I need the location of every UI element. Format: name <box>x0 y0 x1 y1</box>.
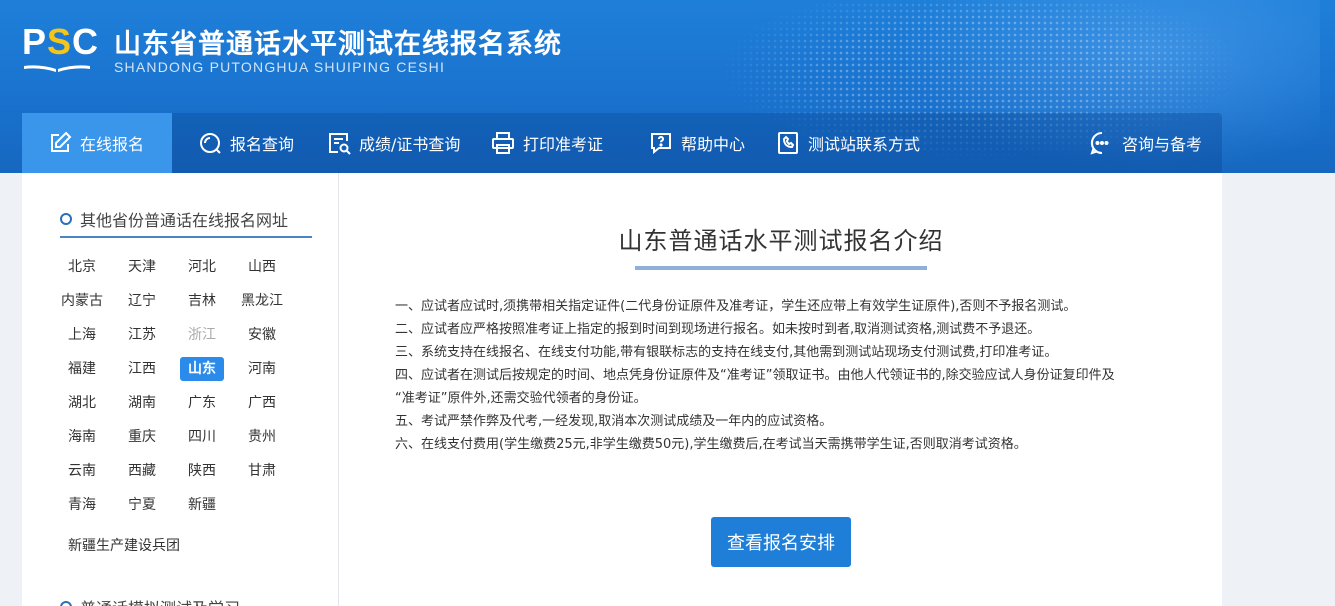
circle-bullet-icon <box>60 213 72 225</box>
rule-item: 二、应试者应严格按照准考证上指定的报到时间到现场进行报名。如未按时到者,取消测试… <box>395 322 1041 337</box>
rules-list: 一、应试者应试时,须携带相关指定证件(二代身份证原件及准考证，学生还应带上有效学… <box>395 295 1195 456</box>
province-link[interactable]: 海南 <box>60 425 104 449</box>
province-link[interactable]: 广西 <box>240 391 284 415</box>
province-link[interactable]: 陕西 <box>180 459 224 483</box>
province-link[interactable]: 青海 <box>60 493 104 517</box>
sidebar-heading-2-text: 普通话模拟测试及学习 <box>80 595 240 606</box>
province-link[interactable]: 安徽 <box>240 323 284 347</box>
certificate-search-icon <box>329 133 351 155</box>
nav-label: 在线报名 <box>80 135 145 154</box>
nav-label: 报名查询 <box>230 135 295 154</box>
sidebar-divider <box>60 236 312 238</box>
psc-logo[interactable]: PSC <box>22 21 100 74</box>
province-link[interactable]: 湖北 <box>60 391 104 415</box>
rule-item: 四、应试者在测试后按规定的时间、地点凭身份证原件及“准考证”领取证书。由他人代领… <box>395 368 1115 383</box>
province-link[interactable]: 河北 <box>180 255 224 279</box>
province-link[interactable]: 江西 <box>120 357 164 381</box>
province-link[interactable]: 宁夏 <box>120 493 164 517</box>
province-link[interactable]: 黑龙江 <box>240 289 284 313</box>
nav-label: 测试站联系方式 <box>808 135 921 154</box>
nav-consult[interactable]: 咨询与备考 <box>1090 113 1202 173</box>
search-icon <box>200 133 221 154</box>
nav-label: 咨询与备考 <box>1122 135 1203 154</box>
rule-item: 一、应试者应试时,须携带相关指定证件(二代身份证原件及准考证，学生还应带上有效学… <box>395 299 1077 314</box>
site-subtitle: SHANDONG PUTONGHUA SHUIPING CESHI <box>114 59 446 75</box>
edit-icon <box>51 131 72 152</box>
site-title: 山东省普通话水平测试在线报名系统 <box>114 29 562 60</box>
province-link[interactable]: 新疆 <box>180 493 224 517</box>
printer-icon <box>492 132 514 154</box>
province-link[interactable]: 山东 <box>180 357 224 381</box>
chat-icon <box>1090 131 1109 155</box>
province-link-xjbt[interactable]: 新疆生产建设兵团 <box>68 535 180 555</box>
site-header: PSC 山东省普通话水平测试在线报名系统 SHANDONG PUTONGHUA … <box>0 0 1335 173</box>
nav-label: 成绩/证书查询 <box>359 135 461 154</box>
nav-score-query[interactable]: 成绩/证书查询 <box>327 113 460 173</box>
page-title: 山东普通话水平测试报名介绍 <box>618 227 944 255</box>
province-link[interactable]: 辽宁 <box>120 289 164 313</box>
province-link[interactable]: 四川 <box>180 425 224 449</box>
rule-item: 五、考试严禁作弊及代考,一经发现,取消本次测试成绩及一年内的应试资格。 <box>395 414 833 429</box>
sidebar-heading: 其他省份普通话在线报名网址 <box>60 207 288 231</box>
province-link[interactable]: 上海 <box>60 323 104 347</box>
nav-label: 打印准考证 <box>523 135 604 154</box>
title-underline <box>635 266 927 270</box>
logo-text: PSC <box>22 21 100 62</box>
province-link[interactable]: 北京 <box>60 255 104 279</box>
province-link[interactable]: 云南 <box>60 459 104 483</box>
rule-item: 三、系统支持在线报名、在线支付功能,带有银联标志的支持在线支付,其他需到测试站现… <box>395 345 1058 360</box>
province-link[interactable]: 江苏 <box>120 323 164 347</box>
province-link[interactable]: 福建 <box>60 357 104 381</box>
help-icon <box>651 133 671 155</box>
book-icon <box>24 65 90 72</box>
province-link[interactable]: 湖南 <box>120 391 164 415</box>
content-area: 山东普通话水平测试报名介绍 一、应试者应试时,须携带相关指定证件(二代身份证原件… <box>340 173 1222 606</box>
province-link[interactable]: 浙江 <box>180 323 224 347</box>
province-link[interactable]: 甘肃 <box>240 459 284 483</box>
province-link[interactable]: 重庆 <box>120 425 164 449</box>
nav-print-admission[interactable]: 打印准考证 <box>491 113 603 173</box>
province-link[interactable]: 河南 <box>240 357 284 381</box>
province-link[interactable]: 西藏 <box>120 459 164 483</box>
sidebar-heading-2: 普通话模拟测试及学习 <box>60 595 240 606</box>
sidebar: 其他省份普通话在线报名网址 北京 天津 河北 山西内蒙古 辽宁 吉林 黑龙江上海 江苏 浙江 安徽… <box>22 173 339 606</box>
nav-signup-query[interactable]: 报名查询 <box>198 113 294 173</box>
circle-bullet-icon <box>60 601 72 606</box>
nav-contact[interactable]: 测试站联系方式 <box>776 113 920 173</box>
sidebar-heading-text: 其他省份普通话在线报名网址 <box>80 211 289 230</box>
province-link[interactable]: 吉林 <box>180 289 224 313</box>
view-schedule-button[interactable]: 查看报名安排 <box>711 517 851 567</box>
rule-item: 六、在线支付费用(学生缴费25元,非学生缴费50元),学生缴费后,在考试当天需携… <box>395 437 1027 452</box>
province-link[interactable]: 山西 <box>240 255 284 279</box>
province-link[interactable]: 天津 <box>120 255 164 279</box>
nav-help-center[interactable]: 帮助中心 <box>649 113 745 173</box>
main-nav: 在线报名 报名查询 成绩/证书查询 打印准考证 帮助中心 测试站联系方式 咨询与… <box>22 113 1222 173</box>
contact-icon <box>778 132 798 154</box>
main-panel: 其他省份普通话在线报名网址 北京 天津 河北 山西内蒙古 辽宁 吉林 黑龙江上海 江苏 浙江 安徽… <box>22 173 1222 606</box>
province-link[interactable]: 贵州 <box>240 425 284 449</box>
rule-item: “准考证”原件外,还需交验代领者的身份证。 <box>395 391 647 406</box>
nav-label: 帮助中心 <box>681 135 746 154</box>
province-link[interactable]: 内蒙古 <box>60 289 104 313</box>
nav-online-signup[interactable]: 在线报名 <box>22 113 172 173</box>
province-link[interactable]: 广东 <box>180 391 224 415</box>
